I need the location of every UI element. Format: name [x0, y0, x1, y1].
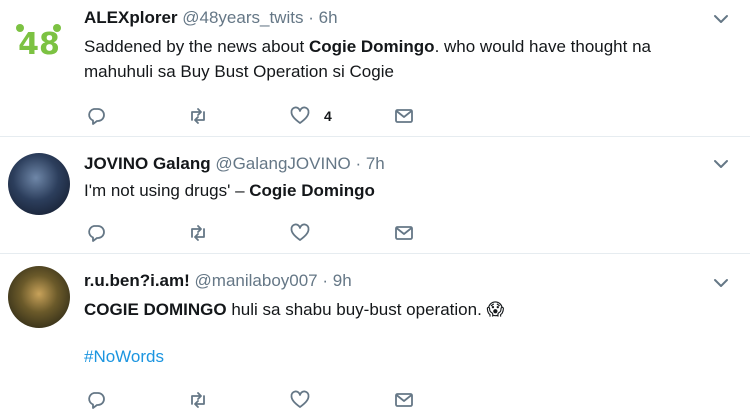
tweet-header: ALEXplorer @48years_twits · 6h [84, 8, 338, 28]
tweet-text: Saddened by the news about Cogie Domingo… [84, 34, 724, 84]
like-icon [290, 106, 310, 124]
tweet-text-bold: COGIE DOMINGO [84, 300, 227, 319]
separator-dot: · [355, 154, 362, 173]
separator-dot: · [308, 8, 314, 27]
reply-icon [88, 392, 105, 409]
scream-emoji-icon: 😱 [486, 300, 505, 320]
tweet-text-part: huli sa shabu buy-bust operation. [226, 300, 487, 319]
svg-text:48: 48 [18, 27, 60, 62]
user-handle[interactable]: @GalangJOVINO [215, 154, 350, 173]
avatar[interactable]: 48 [8, 12, 70, 74]
reply-button[interactable] [86, 104, 106, 128]
direct-message-icon [395, 393, 413, 407]
reply-icon [88, 225, 105, 242]
tweet[interactable]: 48 ALEXplorer @48years_twits · 6h Sadden… [0, 0, 750, 137]
like-count: 4 [324, 108, 332, 124]
retweet-icon [191, 225, 205, 241]
tweet-actions: 4 [84, 104, 424, 128]
tweet-text-bold: Cogie Domingo [308, 37, 435, 56]
display-name[interactable]: ALEXplorer [84, 8, 178, 27]
hashtag-link[interactable]: #NoWords [84, 347, 164, 367]
avatar[interactable] [8, 153, 70, 215]
tweet-header: JOVINO Galang @GalangJOVINO · 7h [84, 154, 385, 174]
separator-dot: · [322, 271, 329, 290]
reply-button[interactable] [86, 221, 106, 245]
like-icon [290, 223, 310, 241]
caret-down-icon[interactable] [712, 155, 730, 173]
timestamp[interactable]: 9h [333, 271, 352, 290]
direct-message-icon [395, 109, 413, 123]
direct-message-button[interactable] [394, 221, 414, 245]
display-name[interactable]: JOVINO Galang [84, 154, 211, 173]
retweet-button[interactable] [188, 388, 208, 412]
tweet[interactable]: r.u.ben?i.am! @manilaboy007 · 9h COGIE D… [0, 254, 750, 419]
tweet-text-bold: Cogie Domingo [249, 181, 375, 200]
retweet-button[interactable] [188, 221, 208, 245]
direct-message-button[interactable] [394, 104, 414, 128]
reply-button[interactable] [86, 388, 106, 412]
timestamp[interactable]: 7h [366, 154, 385, 173]
display-name[interactable]: r.u.ben?i.am! [84, 271, 190, 290]
avatar[interactable] [8, 266, 70, 328]
user-handle[interactable]: @manilaboy007 [195, 271, 318, 290]
direct-message-icon [395, 226, 413, 240]
timestamp[interactable]: 6h [319, 8, 338, 27]
avatar-logo-icon: 48 [16, 24, 61, 62]
like-button[interactable] [290, 221, 310, 245]
like-button[interactable] [290, 388, 310, 412]
caret-down-icon[interactable] [712, 10, 730, 28]
tweet[interactable]: JOVINO Galang @GalangJOVINO · 7h I'm not… [0, 137, 750, 254]
retweet-icon [191, 392, 205, 408]
tweet-text-part: Saddened by the news about [84, 37, 309, 56]
retweet-icon [191, 108, 205, 124]
user-handle[interactable]: @48years_twits [182, 8, 303, 27]
tweet-text: COGIE DOMINGO huli sa shabu buy-bust ope… [84, 297, 504, 323]
like-button[interactable]: 4 [290, 104, 332, 128]
tweet-actions [84, 388, 424, 412]
tweet-text-part: I'm not using drugs' – [84, 181, 250, 200]
like-icon [290, 390, 310, 408]
tweet-text: I'm not using drugs' – Cogie Domingo [84, 178, 375, 203]
tweet-feed: 48 ALEXplorer @48years_twits · 6h Sadden… [0, 0, 750, 419]
retweet-button[interactable] [188, 104, 208, 128]
tweet-actions [84, 221, 424, 245]
tweet-header: r.u.ben?i.am! @manilaboy007 · 9h [84, 271, 352, 291]
reply-icon [88, 108, 105, 125]
caret-down-icon[interactable] [712, 274, 730, 292]
direct-message-button[interactable] [394, 388, 414, 412]
